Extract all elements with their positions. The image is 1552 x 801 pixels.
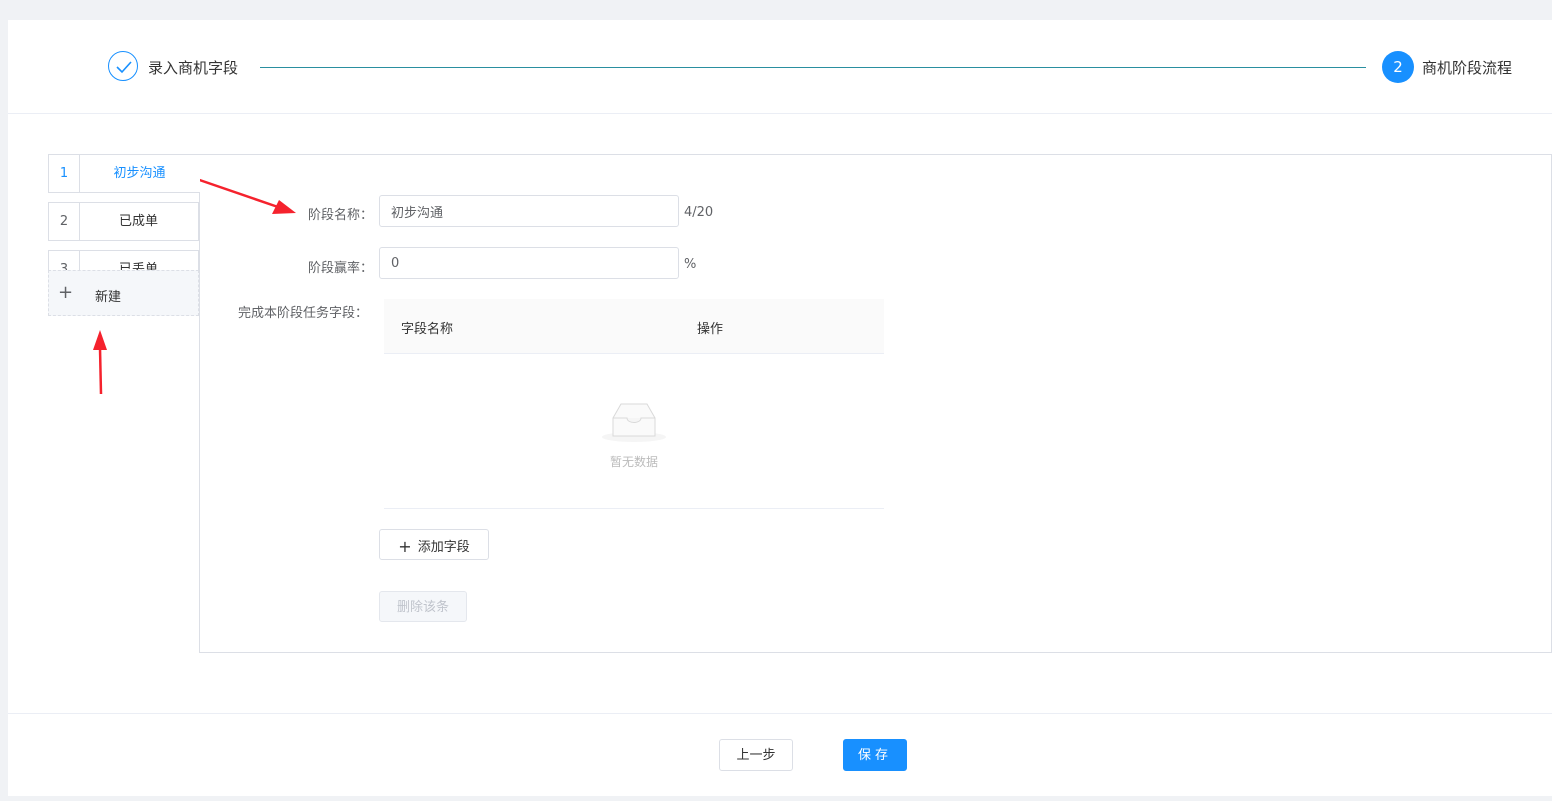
step-connector-line — [260, 67, 1366, 68]
stage-number: 1 — [49, 155, 80, 192]
stage-rate-input[interactable] — [379, 247, 679, 279]
new-stage-button[interactable]: + 新建 — [48, 270, 199, 316]
plus-icon: + — [58, 282, 74, 303]
step-2-number: 2 — [1382, 51, 1414, 83]
plus-icon: + — [398, 537, 412, 556]
step-1-label: 录入商机字段 — [148, 59, 239, 77]
footer-divider — [8, 713, 1552, 714]
steps-bar: 录入商机字段 2 商机阶段流程 — [8, 20, 1552, 114]
stage-rate-percent: % — [684, 257, 697, 272]
stage-name-input[interactable] — [379, 195, 679, 227]
fields-table-body: 暂无数据 — [384, 353, 884, 509]
step-1-check-icon — [108, 51, 138, 81]
add-field-button[interactable]: + 添加字段 — [379, 529, 489, 560]
tasks-fields-label: 完成本阶段任务字段： — [238, 306, 369, 321]
stage-number: 2 — [49, 203, 80, 240]
empty-box-icon — [602, 403, 666, 442]
col-field-name: 字段名称 — [401, 322, 454, 337]
delete-stage-button[interactable]: 删除该条 — [379, 591, 467, 622]
prev-step-button[interactable]: 上一步 — [719, 739, 793, 771]
stage-label: 已成单 — [118, 214, 158, 229]
col-action: 操作 — [697, 322, 724, 337]
stage-label: 初步沟通 — [113, 166, 166, 181]
main-panel: 录入商机字段 2 商机阶段流程 1 初步沟通 2 已成单 3 已丢单 + 新建 … — [8, 20, 1552, 796]
empty-text: 暂无数据 — [609, 455, 658, 469]
save-button[interactable]: 保存 — [843, 739, 907, 771]
step-2-label: 商机阶段流程 — [1422, 59, 1513, 77]
new-stage-label: 新建 — [95, 290, 122, 305]
stage-detail-form: 阶段名称： 4/20 阶段赢率： % 完成本阶段任务字段： 字段名称 操作 暂无… — [199, 154, 1552, 653]
fields-table-header: 字段名称 操作 — [384, 299, 884, 354]
stage-item-2[interactable]: 2 已成单 — [48, 202, 199, 241]
stage-item-1[interactable]: 1 初步沟通 — [48, 154, 200, 193]
stage-name-label: 阶段名称： — [308, 208, 374, 223]
add-field-label: 添加字段 — [417, 540, 470, 555]
stage-rate-label: 阶段赢率： — [308, 261, 374, 276]
stage-name-counter: 4/20 — [684, 205, 714, 220]
